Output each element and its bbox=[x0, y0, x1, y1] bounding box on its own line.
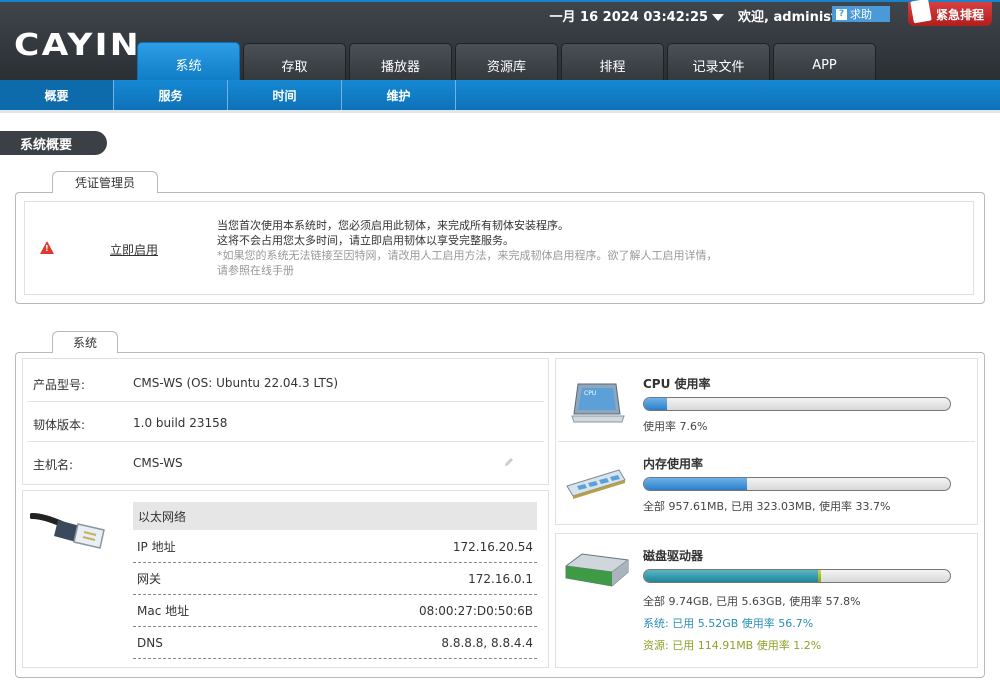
dns-row: DNS 8.8.8.8, 8.8.4.4 bbox=[133, 627, 537, 659]
cayin-logo: CAYIN bbox=[14, 28, 141, 63]
cpu-icon-label: CPU bbox=[584, 390, 596, 397]
ethernet-cable-icon bbox=[30, 513, 105, 549]
subnav-divider bbox=[0, 110, 1000, 113]
disk-system-text: 系统: 已用 5.52GB 使用率 56.7% bbox=[643, 617, 814, 630]
help-button[interactable]: ? 求助 bbox=[832, 6, 890, 22]
disk-resource-fill bbox=[817, 570, 822, 582]
chevron-down-icon bbox=[712, 14, 725, 21]
subnav-maintenance[interactable]: 维护 bbox=[342, 80, 456, 110]
ip-label: IP 地址 bbox=[137, 540, 176, 554]
warning-icon: ! bbox=[40, 241, 54, 254]
tab-schedule[interactable]: 排程 bbox=[561, 43, 664, 82]
model-label: 产品型号: bbox=[33, 378, 86, 392]
tab-app[interactable]: APP bbox=[773, 43, 876, 82]
ip-value: 172.16.20.54 bbox=[452, 539, 533, 554]
tab-access[interactable]: 存取 bbox=[243, 43, 346, 82]
row-divider bbox=[27, 401, 544, 402]
cpu-icon: CPU bbox=[571, 383, 625, 423]
memory-icon bbox=[566, 469, 626, 499]
main-tabs: 系统 存取 播放器 资源库 排程 记录文件 APP bbox=[137, 42, 876, 82]
tab-logs[interactable]: 记录文件 bbox=[667, 43, 770, 82]
gateway-row: 网关 172.16.0.1 bbox=[133, 563, 537, 595]
flag-icon bbox=[910, 0, 932, 24]
usage-divider bbox=[558, 441, 975, 442]
cpu-usage-bar bbox=[643, 397, 951, 411]
question-icon: ? bbox=[836, 8, 847, 20]
license-section-tab: 凭证管理员 bbox=[52, 171, 158, 193]
mac-row: Mac 地址 08:00:27:D0:50:6B bbox=[133, 595, 537, 627]
sub-navigation: 概要 服务 时间 维护 bbox=[0, 80, 1000, 110]
tab-player[interactable]: 播放器 bbox=[349, 43, 452, 82]
disk-resource-text: 资源: 已用 114.91MB 使用率 1.2% bbox=[643, 639, 822, 652]
disk-total-text: 全部 9.74GB, 已用 5.63GB, 使用率 57.8% bbox=[643, 595, 861, 608]
cpu-usage-text: 使用率 7.6% bbox=[643, 420, 708, 433]
gateway-value: 172.16.0.1 bbox=[468, 571, 533, 586]
top-header: CAYIN 一月 16 2024 03:42:25 欢迎, administra… bbox=[0, 0, 1000, 82]
urgent-schedule-button[interactable]: 紧急排程 bbox=[908, 0, 992, 26]
memory-usage-title: 内存使用率 bbox=[643, 457, 704, 471]
cpu-usage-title: CPU 使用率 bbox=[643, 377, 711, 391]
disk-usage-bar bbox=[643, 569, 951, 583]
hard-disk-icon bbox=[565, 553, 629, 587]
help-label: 求助 bbox=[850, 8, 872, 21]
tab-media-library[interactable]: 资源库 bbox=[455, 43, 558, 82]
subnav-overview[interactable]: 概要 bbox=[0, 80, 114, 110]
ip-row: IP 地址 172.16.20.54 bbox=[133, 531, 537, 563]
memory-usage-fill bbox=[644, 478, 748, 490]
subnav-services[interactable]: 服务 bbox=[114, 80, 228, 110]
urgent-label: 紧急排程 bbox=[935, 7, 984, 22]
hostname-value: CMS-WS bbox=[133, 456, 183, 470]
system-section-tab: 系统 bbox=[52, 331, 118, 353]
firmware-label: 韧体版本: bbox=[33, 418, 86, 432]
datetime-text: 一月 16 2024 03:42:25 bbox=[549, 10, 709, 25]
online-manual-link[interactable]: 请参照在线手册 bbox=[217, 263, 294, 278]
activate-now-link[interactable]: 立即启用 bbox=[110, 241, 158, 258]
gateway-label: 网关 bbox=[137, 572, 162, 586]
mac-label: Mac 地址 bbox=[137, 604, 190, 618]
license-message-2: 这将不会占用您太多时间，请立即启用韧体以享受完整服务。 bbox=[217, 234, 514, 247]
mac-value: 08:00:27:D0:50:6B bbox=[418, 603, 533, 618]
page-title: 系统概要 bbox=[0, 131, 107, 155]
disk-title: 磁盘驱动器 bbox=[643, 549, 704, 563]
license-note: *如果您的系统无法链接至因特网，请改用人工启用方法，来完成韧体启用程序。欲了解人… bbox=[217, 249, 718, 262]
tab-system[interactable]: 系统 bbox=[137, 42, 240, 82]
dns-label: DNS bbox=[137, 635, 163, 650]
memory-usage-bar bbox=[643, 477, 951, 491]
cpu-usage-fill bbox=[644, 398, 668, 410]
memory-usage-text: 全部 957.61MB, 已用 323.03MB, 使用率 33.7% bbox=[643, 500, 891, 513]
row-divider bbox=[27, 441, 544, 442]
subnav-time[interactable]: 时间 bbox=[228, 80, 342, 110]
dns-value: 8.8.8.8, 8.8.4.4 bbox=[441, 635, 533, 650]
ethernet-title: 以太网络 bbox=[133, 502, 537, 530]
model-value: CMS-WS (OS: Ubuntu 22.04.3 LTS) bbox=[133, 376, 339, 390]
datetime-dropdown[interactable]: 一月 16 2024 03:42:25 bbox=[550, 6, 725, 25]
license-message-1: 当您首次使用本系统时，您必须启用此韧体，来完成所有韧体安装程序。 bbox=[217, 219, 569, 232]
disk-system-fill bbox=[644, 570, 818, 582]
edit-pencil-icon[interactable] bbox=[503, 456, 515, 468]
firmware-value: 1.0 build 23158 bbox=[133, 416, 228, 430]
hostname-label: 主机名: bbox=[33, 458, 74, 472]
